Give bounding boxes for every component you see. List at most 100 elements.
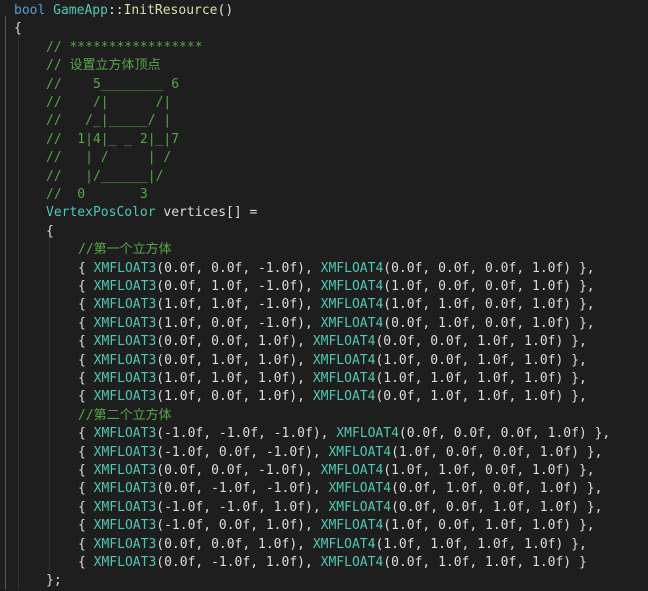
code-line[interactable]: VertexPosColor vertices[] = [46,204,257,222]
code-line[interactable]: { XMFLOAT3(1.0f, 1.0f, 1.0f), XMFLOAT4(1… [78,370,587,388]
code-token: XMFLOAT3 [93,444,157,460]
code-token: // 1|4|_ _ 2|_|7 [46,131,180,147]
code-line[interactable]: { XMFLOAT3(-1.0f, 0.0f, 1.0f), XMFLOAT4(… [78,517,595,535]
code-token: XMFLOAT3 [93,371,157,386]
code-line[interactable]: { XMFLOAT3(-1.0f, -1.0f, -1.0f), XMFLOAT… [78,425,610,443]
code-line[interactable]: // 0 3 [46,186,148,204]
code-token: // /| /| [46,95,172,110]
code-line[interactable]: //第一个立方体 [78,241,172,259]
code-token: { [78,518,94,534]
code-line[interactable]: { XMFLOAT3(1.0f, 1.0f, -1.0f), XMFLOAT4(… [78,296,595,314]
code-line[interactable]: { XMFLOAT3(0.0f, -1.0f, -1.0f), XMFLOAT4… [78,480,602,498]
code-token: { [78,555,94,570]
code-line[interactable]: // ***************** [46,39,203,57]
code-token: XMFLOAT4 [312,352,376,368]
code-token: (1.0f, 0.0f, -1.0f), [156,315,321,331]
code-line[interactable]: { XMFLOAT3(0.0f, 0.0f, -1.0f), XMFLOAT4(… [78,462,595,480]
code-token: (1.0f, 1.0f, 0.0f, 1.0f) }, [383,463,595,478]
code-token: XMFLOAT4 [320,555,384,570]
code-token: bool [14,3,46,18]
code-token: (1.0f, 1.0f, 1.0f, 1.0f) }, [375,371,587,386]
code-line[interactable]: // | / | / [46,149,171,167]
code-token: XMFLOAT4 [312,371,376,386]
code-line[interactable]: // 设置立方体顶点 [46,57,160,75]
code-token: { [78,334,94,350]
code-token: { [78,371,94,386]
code-token: // |/______|/ [46,168,164,184]
code-token: // /_|_____/ | [46,113,172,129]
code-token: XMFLOAT3 [93,426,157,442]
code-line[interactable]: // /| /| [46,94,171,112]
code-token: // | / | / [46,150,172,166]
code-token: :: [107,3,124,18]
code-token: { [78,279,94,294]
indent-guide [18,36,19,589]
code-token: XMFLOAT4 [336,426,399,442]
code-token: { [78,481,94,497]
code-token: XMFLOAT4 [320,279,384,294]
code-token: (0.0f, 1.0f, 1.0f, 1.0f) }, [375,389,587,405]
code-line[interactable]: { [46,223,54,241]
code-line[interactable]: { XMFLOAT3(-1.0f, -1.0f, 1.0f), XMFLOAT4… [78,499,602,517]
code-token: // 5________ 6 [46,76,180,92]
code-token: (-1.0f, 0.0f, -1.0f), [156,444,329,460]
code-token: XMFLOAT3 [93,518,157,534]
code-token: { [78,389,94,405]
code-token: (1.0f, 1.0f, 1.0f), [156,371,313,386]
code-line[interactable]: { XMFLOAT3(0.0f, 0.0f, 1.0f), XMFLOAT4(0… [78,333,587,351]
code-token: { [14,21,22,37]
code-token: (0.0f, 0.0f, 0.0f, 1.0f) }, [398,426,611,442]
code-line[interactable]: // /_|_____/ | [46,112,171,130]
code-token: XMFLOAT3 [93,555,157,570]
code-token: XMFLOAT3 [93,334,157,350]
code-token: XMFLOAT3 [93,315,157,331]
code-token: { [78,260,94,276]
indent-guide [49,237,50,571]
code-line[interactable]: { XMFLOAT3(0.0f, 1.0f, -1.0f), XMFLOAT4(… [78,278,595,296]
code-line[interactable]: { XMFLOAT3(-1.0f, 0.0f, -1.0f), XMFLOAT4… [78,444,602,462]
code-line[interactable]: { [14,20,22,38]
code-line[interactable]: { XMFLOAT3(0.0f, -1.0f, 1.0f), XMFLOAT4(… [78,554,587,572]
code-token: }; [46,573,62,589]
code-token: (0.0f, 1.0f, 0.0f, 1.0f) }, [383,315,595,331]
code-token: { [78,536,94,552]
code-line[interactable]: { XMFLOAT3(1.0f, 0.0f, -1.0f), XMFLOAT4(… [78,315,595,333]
code-token: (0.0f, 0.0f, 1.0f, 1.0f) }, [375,334,587,350]
code-token: InitResource [123,3,218,18]
code-token: // ***************** [46,39,203,55]
code-line[interactable]: }; [46,572,62,590]
code-token: XMFLOAT3 [93,481,157,497]
code-token: vertices[] = [155,205,258,221]
code-token: (0.0f, -1.0f, 1.0f), [156,555,321,570]
code-line[interactable]: { XMFLOAT3(0.0f, 0.0f, 1.0f), XMFLOAT4(1… [78,536,587,554]
code-token: XMFLOAT4 [320,463,384,478]
code-line[interactable]: bool GameApp::InitResource() [14,2,233,20]
code-line[interactable]: { XMFLOAT3(0.0f, 1.0f, 1.0f), XMFLOAT4(1… [78,352,587,370]
code-token: XMFLOAT4 [320,297,384,313]
code-line[interactable]: // |/______|/ [46,168,163,186]
code-token: (0.0f, 0.0f, 1.0f, 1.0f) }, [391,499,603,515]
fold-outline [5,16,6,589]
code-token: (0.0f, 1.0f, 1.0f, 1.0f) } [383,555,587,570]
code-token: XMFLOAT3 [93,499,157,515]
code-token: XMFLOAT3 [93,389,157,405]
code-token: { [78,499,94,515]
code-line[interactable]: // 5________ 6 [46,76,179,94]
code-token: VertexPosColor [46,205,156,221]
code-token: (0.0f, 1.0f, 1.0f), [156,352,313,368]
code-token: XMFLOAT4 [320,260,384,276]
code-editor[interactable]: bool GameApp::InitResource(){// ********… [0,0,648,589]
code-token: (0.0f, 1.0f, -1.0f), [156,279,321,294]
code-token: (1.0f, 0.0f, 1.0f), [156,389,313,405]
code-token: { [78,426,94,442]
code-line[interactable]: //第二个立方体 [78,407,172,425]
code-token: XMFLOAT3 [93,463,157,478]
code-token: XMFLOAT4 [328,499,392,515]
code-line[interactable]: // 1|4|_ _ 2|_|7 [46,131,179,149]
code-token: XMFLOAT4 [312,536,376,552]
code-line[interactable]: { XMFLOAT3(1.0f, 0.0f, 1.0f), XMFLOAT4(0… [78,388,587,406]
code-token: (0.0f, -1.0f, -1.0f), [156,481,329,497]
code-token: { [78,297,94,313]
code-line[interactable]: { XMFLOAT3(0.0f, 0.0f, -1.0f), XMFLOAT4(… [78,260,595,278]
code-token: (0.0f, 0.0f, 1.0f), [156,334,313,350]
